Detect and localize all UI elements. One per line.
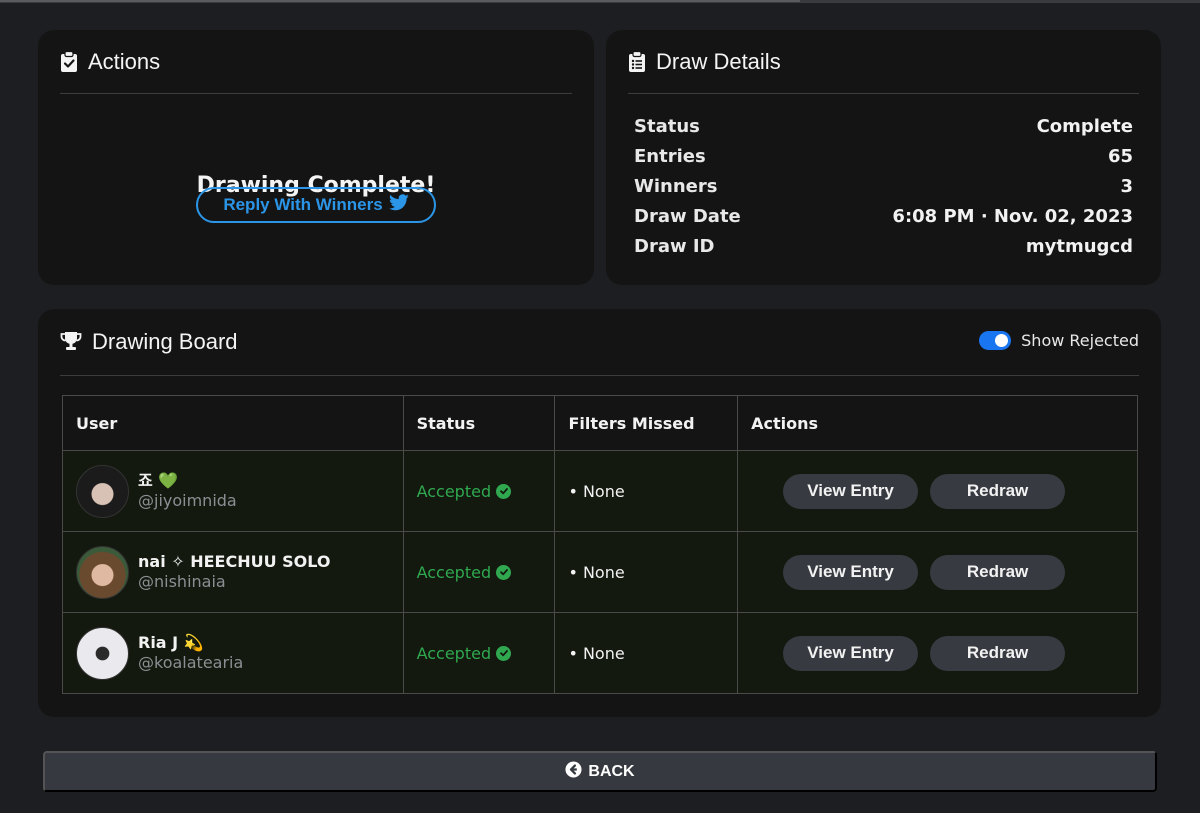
top-divider: [0, 0, 1200, 3]
detail-value: Complete: [1036, 116, 1133, 137]
table-header-row: User Status Filters Missed Actions: [62, 395, 1138, 451]
detail-row-draw-id: Draw ID mytmugcd: [634, 236, 1133, 257]
details-title: Draw Details: [656, 48, 781, 74]
check-circle-icon: [496, 483, 512, 499]
filters-missed: • None: [568, 643, 625, 663]
detail-label: Winners: [634, 176, 718, 197]
user-cell: Ria J 💫 @koalatearia: [76, 626, 403, 680]
drawing-board-card: Drawing Board Show Rejected User Status …: [38, 309, 1161, 717]
detail-label: Draw Date: [634, 206, 741, 227]
board-header: Drawing Board: [60, 309, 1139, 376]
view-entry-button[interactable]: View Entry: [783, 473, 919, 509]
detail-value: 6:08 PM · Nov. 02, 2023: [892, 206, 1133, 227]
detail-value: mytmugcd: [1025, 236, 1133, 257]
detail-row-entries: Entries 65: [634, 146, 1133, 167]
avatar[interactable]: [76, 545, 129, 599]
user-name: 죠 💚: [138, 471, 179, 490]
trophy-icon: [60, 331, 82, 353]
arrow-circle-left-icon: [565, 760, 582, 783]
user-cell: 죠 💚 @jiyoimnida: [76, 464, 403, 518]
status-text: Accepted: [416, 562, 492, 582]
user-handle[interactable]: @jiyoimnida: [138, 491, 237, 511]
detail-label: Entries: [634, 146, 706, 167]
actions-card: Actions Drawing Complete! Reply With Win…: [38, 30, 594, 285]
draw-details-card: Draw Details Status Complete Entries 65 …: [606, 30, 1161, 285]
check-circle-icon: [496, 645, 512, 661]
detail-label: Draw ID: [634, 236, 715, 257]
row-actions: View Entry Redraw: [751, 554, 1137, 590]
avatar[interactable]: [76, 464, 129, 518]
reply-button-label: Reply With Winners: [223, 195, 383, 214]
user-cell: nai ✧ HEECHUU SOLO @nishinaia: [76, 545, 403, 599]
view-entry-button[interactable]: View Entry: [783, 635, 919, 671]
user-name: Ria J 💫: [138, 633, 204, 652]
board-title: Drawing Board: [92, 329, 238, 354]
toggle-switch[interactable]: [979, 331, 1012, 350]
table-row: nai ✧ HEECHUU SOLO @nishinaia Accepted •…: [62, 531, 1138, 613]
view-entry-button[interactable]: View Entry: [783, 554, 919, 590]
check-circle-icon: [496, 564, 512, 580]
redraw-button[interactable]: Redraw: [930, 635, 1066, 671]
filters-missed: • None: [568, 481, 625, 501]
back-label: BACK: [588, 762, 635, 780]
column-header-actions: Actions: [737, 395, 1138, 451]
status-text: Accepted: [416, 643, 492, 663]
detail-row-draw-date: Draw Date 6:08 PM · Nov. 02, 2023: [634, 206, 1133, 227]
column-header-filters: Filters Missed: [554, 395, 739, 451]
table-row: 죠 💚 @jiyoimnida Accepted • None View Ent…: [62, 450, 1138, 532]
column-header-user: User: [62, 395, 404, 451]
reply-with-winners-button[interactable]: Reply With Winners: [196, 187, 436, 223]
filters-missed: • None: [568, 562, 625, 582]
detail-row-status: Status Complete: [634, 116, 1133, 137]
details-header: Draw Details: [628, 30, 1139, 94]
show-rejected-toggle[interactable]: Show Rejected: [979, 331, 1139, 350]
detail-label: Status: [634, 116, 700, 137]
row-actions: View Entry Redraw: [751, 635, 1137, 671]
status-badge: Accepted: [417, 644, 512, 663]
status-badge: Accepted: [417, 563, 512, 582]
column-header-status: Status: [402, 395, 556, 451]
table-row: Ria J 💫 @koalatearia Accepted • None Vie…: [62, 612, 1138, 694]
status-text: Accepted: [416, 481, 492, 501]
redraw-button[interactable]: Redraw: [930, 554, 1066, 590]
avatar[interactable]: [76, 626, 129, 680]
user-name: nai ✧ HEECHUU SOLO: [138, 552, 331, 571]
actions-header: Actions: [60, 30, 572, 94]
detail-value: 3: [1120, 176, 1133, 197]
row-actions: View Entry Redraw: [751, 473, 1137, 509]
actions-title: Actions: [88, 48, 161, 74]
detail-row-winners: Winners 3: [634, 176, 1133, 197]
redraw-button[interactable]: Redraw: [930, 473, 1066, 509]
back-button[interactable]: BACK: [43, 751, 1157, 792]
toggle-label: Show Rejected: [1021, 331, 1139, 350]
clipboard-check-icon: [60, 50, 78, 73]
clipboard-list-icon: [628, 50, 646, 73]
entries-table: User Status Filters Missed Actions 죠 💚 @…: [62, 395, 1138, 694]
user-handle[interactable]: @nishinaia: [138, 572, 331, 592]
detail-value: 65: [1107, 146, 1133, 167]
user-handle[interactable]: @koalatearia: [138, 653, 243, 673]
twitter-bird-icon: [388, 194, 409, 216]
status-badge: Accepted: [417, 482, 512, 501]
